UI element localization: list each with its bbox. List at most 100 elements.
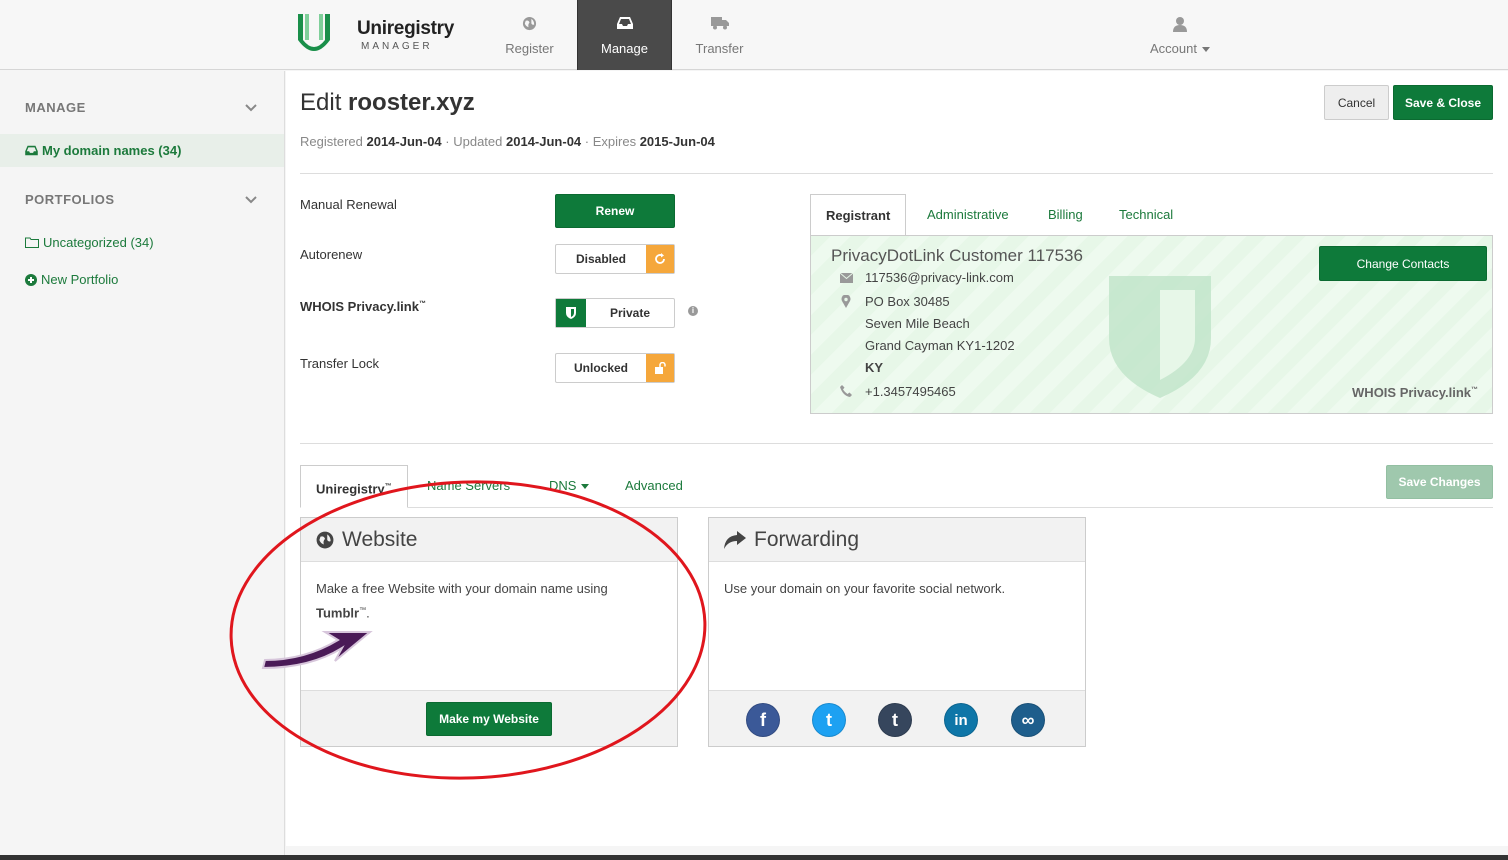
nav-register-label: Register xyxy=(505,41,554,56)
sidebar-item-uncategorized[interactable]: Uncategorized (34) xyxy=(25,235,154,250)
domain-name: rooster.xyz xyxy=(348,89,475,116)
bottom-edge xyxy=(0,855,1508,860)
make-my-website-button[interactable]: Make my Website xyxy=(426,702,552,736)
nav-transfer[interactable]: Transfer xyxy=(672,0,767,70)
website-card-footer: Make my Website xyxy=(301,690,677,746)
sidebar-item-label: My domain names (34) xyxy=(42,143,182,158)
chevron-down-icon xyxy=(581,484,590,490)
user-icon xyxy=(1173,17,1187,32)
registrant-phone: +1.3457495465 xyxy=(865,384,956,399)
change-contacts-button[interactable]: Change Contacts xyxy=(1319,246,1487,281)
sidebar-item-label: Uncategorized (34) xyxy=(43,235,154,250)
whois-privacy-value: Private xyxy=(609,306,651,320)
chevron-down-icon xyxy=(1201,47,1210,53)
brand[interactable]: Uniregistry MANAGER xyxy=(357,18,454,52)
shield-watermark-icon xyxy=(1109,276,1211,398)
transfer-lock-toggle[interactable]: Unlocked xyxy=(555,353,675,383)
chevron-down-icon[interactable] xyxy=(245,104,257,112)
save-changes-button[interactable]: Save Changes xyxy=(1386,465,1493,499)
registrant-address-line3: Grand Cayman KY1-1202 xyxy=(865,338,1015,353)
nav-register[interactable]: Register xyxy=(482,0,577,70)
expires-date: 2015-Jun-04 xyxy=(639,134,715,149)
tab-dns[interactable]: DNS xyxy=(549,465,590,507)
registered-date: 2014-Jun-04 xyxy=(366,134,442,149)
forwarding-card: Forwarding Use your domain on your favor… xyxy=(708,517,1086,747)
portfolios-heading: PORTFOLIOS xyxy=(25,192,115,207)
updated-label: · Updated xyxy=(445,134,503,149)
account-menu[interactable]: Account xyxy=(1140,0,1220,70)
autorenew-toggle[interactable]: Disabled xyxy=(555,244,675,274)
top-navigation-bar: Uniregistry MANAGER Register Manage Tran… xyxy=(0,0,1508,70)
tab-dns-label: DNS xyxy=(549,478,577,493)
tab-billing[interactable]: Billing xyxy=(1048,194,1083,236)
cancel-button[interactable]: Cancel xyxy=(1324,85,1389,120)
tab-name-servers[interactable]: Name Servers xyxy=(427,465,510,507)
forwarding-card-header: Forwarding xyxy=(709,518,1085,562)
link-icon[interactable]: ∞ xyxy=(1011,703,1045,737)
info-icon[interactable]: i xyxy=(688,306,698,316)
website-card: Website Make a free Website with your do… xyxy=(300,517,678,747)
tumblr-icon[interactable]: t xyxy=(878,703,912,737)
whois-logo-text: WHOIS Privacy.link xyxy=(1352,385,1471,400)
tab-uniregistry-label: Uniregistry xyxy=(316,481,385,497)
brand-name: Uniregistry xyxy=(357,18,455,39)
registrant-address-line2: Seven Mile Beach xyxy=(865,316,970,331)
main-content: Edit rooster.xyz Registered 2014-Jun-04 … xyxy=(286,71,1508,846)
contact-tabs: Registrant Administrative Billing Techni… xyxy=(810,194,1493,237)
transfer-lock-label: Transfer Lock xyxy=(300,356,379,371)
linkedin-icon[interactable]: in xyxy=(944,703,978,737)
folder-icon xyxy=(25,237,39,248)
sidebar-item-new-portfolio[interactable]: New Portfolio xyxy=(25,272,118,287)
unlock-icon xyxy=(654,362,666,374)
registrant-address-line1: PO Box 30485 xyxy=(865,294,950,309)
map-marker-icon xyxy=(841,294,851,308)
chevron-down-icon[interactable] xyxy=(245,196,257,204)
domain-dates: Registered 2014-Jun-04 · Updated 2014-Ju… xyxy=(300,134,715,149)
inbox-icon xyxy=(25,145,38,156)
tab-uniregistry[interactable]: Uniregistry™ xyxy=(300,465,408,508)
save-close-button[interactable]: Save & Close xyxy=(1393,85,1493,120)
plus-circle-icon xyxy=(25,273,37,286)
manual-renewal-label: Manual Renewal xyxy=(300,197,397,212)
forwarding-card-body: Use your domain on your favorite social … xyxy=(724,581,1006,596)
page-title: Edit rooster.xyz xyxy=(300,89,475,117)
tabs-baseline xyxy=(300,507,1493,508)
nav-transfer-label: Transfer xyxy=(695,41,744,56)
website-card-title: Website xyxy=(342,527,418,551)
inbox-icon xyxy=(616,17,633,29)
whois-privacy-logo: WHOIS Privacy.link™ xyxy=(1352,385,1478,400)
website-card-body: Make a free Website with your domain nam… xyxy=(316,581,608,621)
truck-icon xyxy=(710,17,729,30)
registrant-email: 117536@privacy-link.com xyxy=(865,270,1014,285)
tab-registrant[interactable]: Registrant xyxy=(810,194,907,237)
tab-administrative[interactable]: Administrative xyxy=(927,194,1009,236)
nav-manage-label: Manage xyxy=(601,41,648,56)
share-arrow-icon xyxy=(724,530,746,549)
globe-icon xyxy=(316,531,334,548)
twitter-icon[interactable]: t xyxy=(812,703,846,737)
tumblr-label: Tumblr xyxy=(316,605,360,621)
registrant-name: PrivacyDotLink Customer 117536 xyxy=(831,246,1083,265)
renew-button[interactable]: Renew xyxy=(555,194,675,228)
registrant-contact-panel: PrivacyDotLink Customer 117536 Change Co… xyxy=(810,235,1493,414)
whois-privacy-text: WHOIS Privacy.link xyxy=(300,299,419,314)
account-label: Account xyxy=(1150,41,1197,56)
whois-privacy-label: WHOIS Privacy.link™ xyxy=(300,299,426,314)
whois-privacy-toggle[interactable]: Private xyxy=(555,298,675,328)
nav-manage[interactable]: Manage xyxy=(577,0,672,70)
phone-icon xyxy=(840,385,852,397)
facebook-icon[interactable]: f xyxy=(746,703,780,737)
tab-technical[interactable]: Technical xyxy=(1119,194,1173,236)
manage-heading: MANAGE xyxy=(25,100,86,115)
forwarding-card-footer: f t t in ∞ xyxy=(709,690,1085,746)
envelope-icon xyxy=(839,273,853,283)
divider xyxy=(300,173,1493,174)
website-card-text: Make a free Website with your domain nam… xyxy=(316,581,608,596)
tab-advanced[interactable]: Advanced xyxy=(625,465,683,507)
transfer-lock-value: Unlocked xyxy=(573,361,628,375)
sidebar-item-my-domains[interactable]: My domain names (34) xyxy=(25,143,181,158)
uniregistry-logo[interactable] xyxy=(297,14,331,54)
divider xyxy=(300,443,1493,444)
registrant-country: KY xyxy=(865,360,884,375)
expires-label: · Expires xyxy=(584,134,637,149)
